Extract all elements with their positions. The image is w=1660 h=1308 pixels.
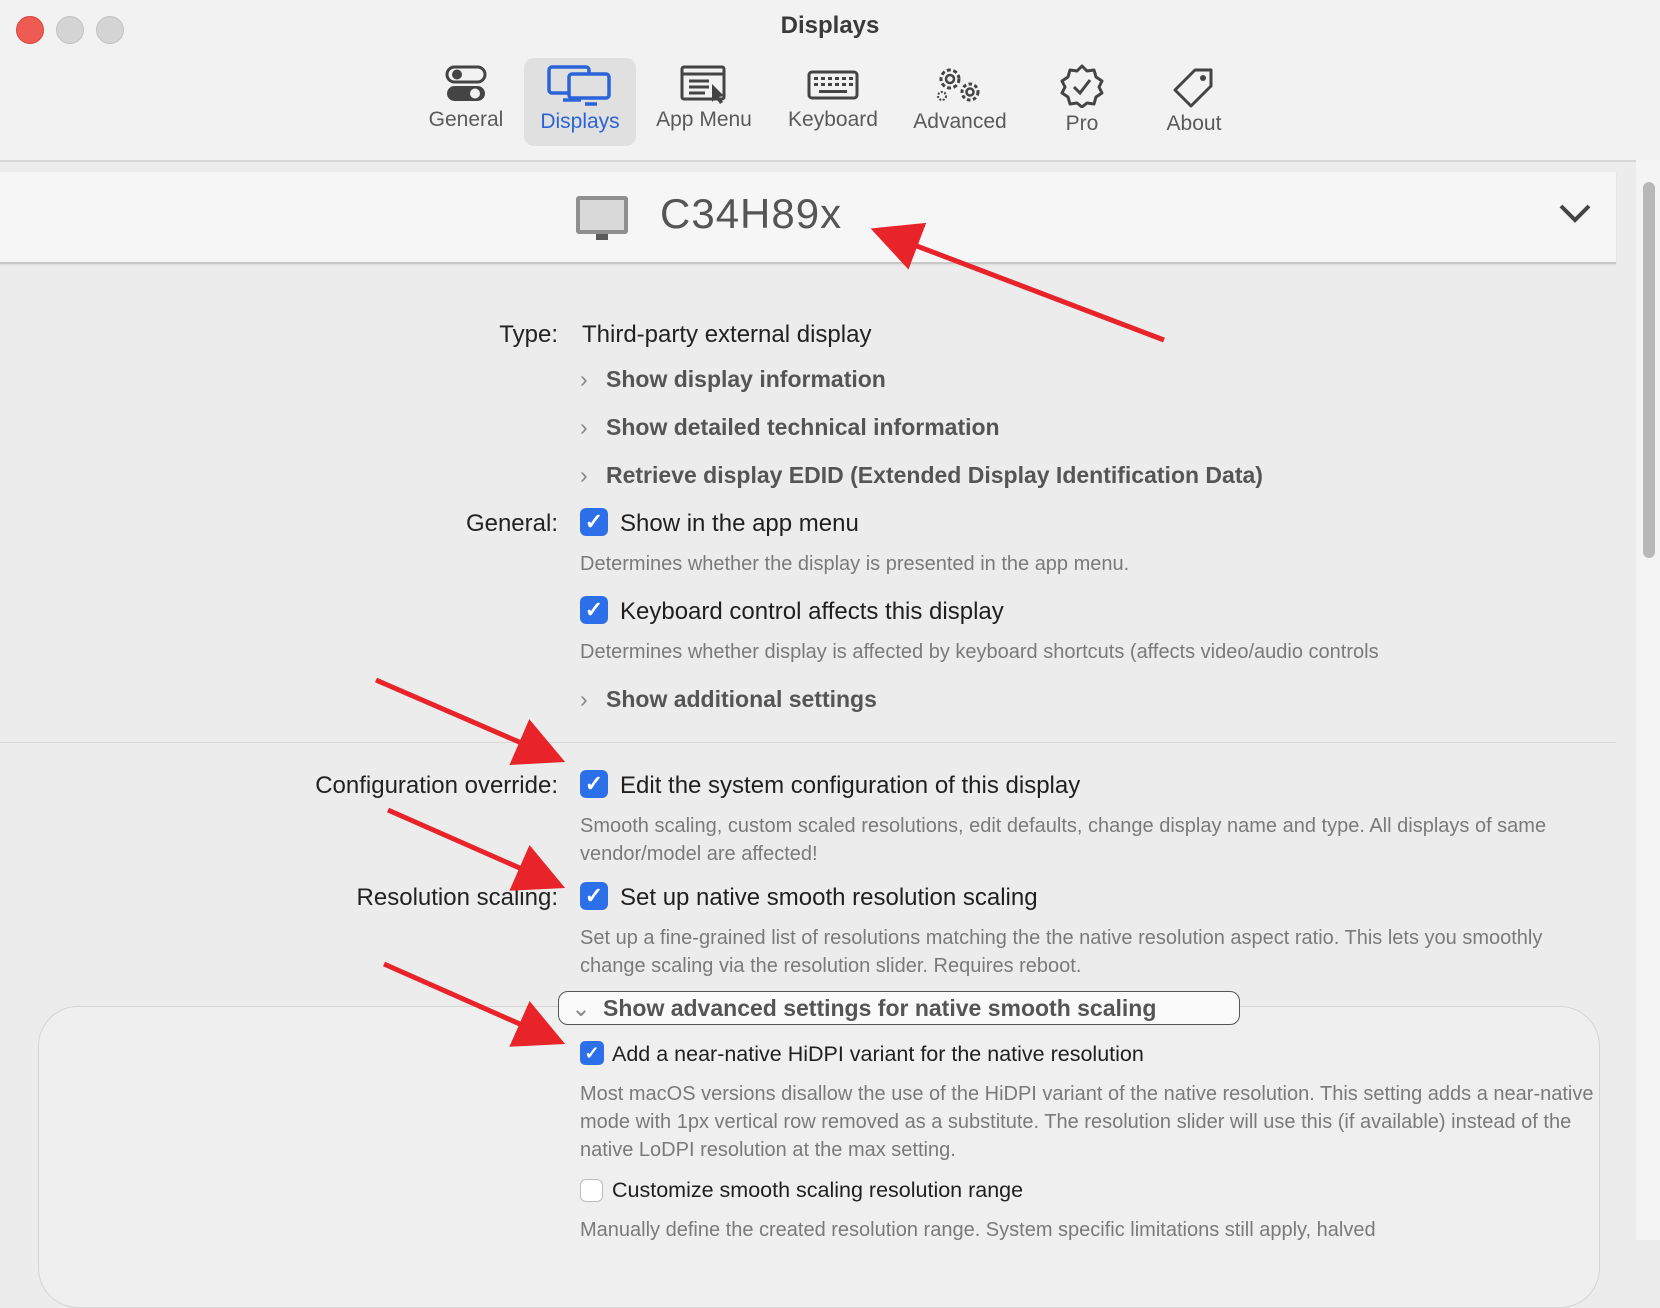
- general-label: General:: [465, 510, 558, 537]
- keyboard-control-description: Determines whether display is affected b…: [580, 641, 1379, 663]
- edit-configuration-label: Edit the system configuration of this di…: [620, 772, 1081, 799]
- native-scaling-checkbox[interactable]: ✓: [580, 882, 608, 910]
- keyboard-control-checkbox[interactable]: ✓: [580, 596, 608, 624]
- app-menu-icon: [680, 65, 726, 104]
- show-additional-settings-link[interactable]: › Show additional settings: [580, 686, 877, 713]
- annotation-arrow: [375, 677, 566, 766]
- scrollbar-thumb[interactable]: [1643, 182, 1655, 558]
- tab-about[interactable]: About: [1148, 58, 1240, 146]
- section-divider: [0, 742, 1616, 743]
- tab-about-label: About: [1166, 112, 1222, 135]
- tab-advanced-label: Advanced: [913, 110, 1007, 133]
- tab-keyboard[interactable]: Keyboard: [776, 58, 890, 146]
- annotation-arrow: [386, 807, 566, 891]
- tab-displays[interactable]: Displays: [524, 58, 636, 146]
- customize-range-label: Customize smooth scaling resolution rang…: [612, 1178, 1024, 1202]
- verified-badge-icon: [1060, 64, 1104, 108]
- gears-icon: [937, 68, 980, 102]
- title-bar: Displays General Displays App Menu Keybo…: [0, 0, 1660, 162]
- show-in-menu-description: Determines whether the display is presen…: [580, 553, 1130, 575]
- edit-configuration-checkbox[interactable]: ✓: [580, 770, 608, 798]
- native-scaling-label: Set up native smooth resolution scaling: [620, 884, 1038, 911]
- tab-general-label: General: [428, 108, 504, 131]
- toggle-switches-icon: [445, 65, 487, 101]
- tab-general[interactable]: General: [414, 58, 518, 146]
- tab-advanced[interactable]: Advanced: [904, 58, 1016, 146]
- configuration-override-label: Configuration override:: [315, 772, 558, 799]
- tab-pro[interactable]: Pro: [1040, 58, 1124, 146]
- type-value: Third-party external display: [582, 321, 872, 348]
- show-display-information-link[interactable]: › Show display information: [580, 366, 886, 393]
- tab-keyboard-label: Keyboard: [788, 108, 878, 131]
- hidpi-variant-label: Add a near-native HiDPI variant for the …: [612, 1042, 1144, 1066]
- type-label: Type:: [499, 321, 558, 348]
- display-selector[interactable]: C34H89x: [0, 172, 1616, 264]
- tag-icon: [1173, 68, 1213, 108]
- displays-icon: [547, 65, 611, 106]
- show-advanced-settings-button[interactable]: ⌄ Show advanced settings for native smoot…: [558, 991, 1240, 1025]
- display-name: C34H89x: [660, 190, 843, 237]
- window-title: Displays: [780, 12, 880, 39]
- chevron-right-icon: ›: [580, 366, 588, 392]
- keyboard-icon: [807, 70, 859, 100]
- hidpi-variant-description: Most macOS versions disallow the use of …: [580, 1083, 1594, 1161]
- keyboard-control-label: Keyboard control affects this display: [620, 598, 1004, 625]
- chevron-right-icon: ›: [580, 414, 588, 440]
- tab-pro-label: Pro: [1065, 112, 1099, 135]
- tab-displays-label: Displays: [540, 110, 620, 133]
- show-in-menu-checkbox[interactable]: ✓: [580, 508, 608, 536]
- chevron-right-icon: ›: [580, 686, 588, 712]
- chevron-down-icon[interactable]: [1558, 202, 1592, 224]
- hidpi-variant-checkbox[interactable]: ✓: [580, 1041, 604, 1065]
- customize-range-checkbox[interactable]: [580, 1179, 603, 1202]
- resolution-scaling-label: Resolution scaling:: [356, 884, 558, 911]
- tab-app-menu[interactable]: App Menu: [644, 58, 764, 146]
- show-in-menu-label: Show in the app menu: [620, 510, 859, 537]
- chevron-right-icon: ›: [580, 462, 588, 488]
- chevron-down-icon: ⌄: [571, 995, 591, 1021]
- retrieve-edid-link[interactable]: › Retrieve display EDID (Extended Display…: [580, 462, 1263, 489]
- native-scaling-description: Set up a fine-grained list of resolution…: [580, 927, 1543, 977]
- edit-configuration-description: Smooth scaling, custom scaled resolution…: [580, 815, 1547, 865]
- show-technical-information-link[interactable]: › Show detailed technical information: [580, 414, 1000, 441]
- tab-app-menu-label: App Menu: [656, 108, 752, 131]
- monitor-icon: [576, 196, 628, 240]
